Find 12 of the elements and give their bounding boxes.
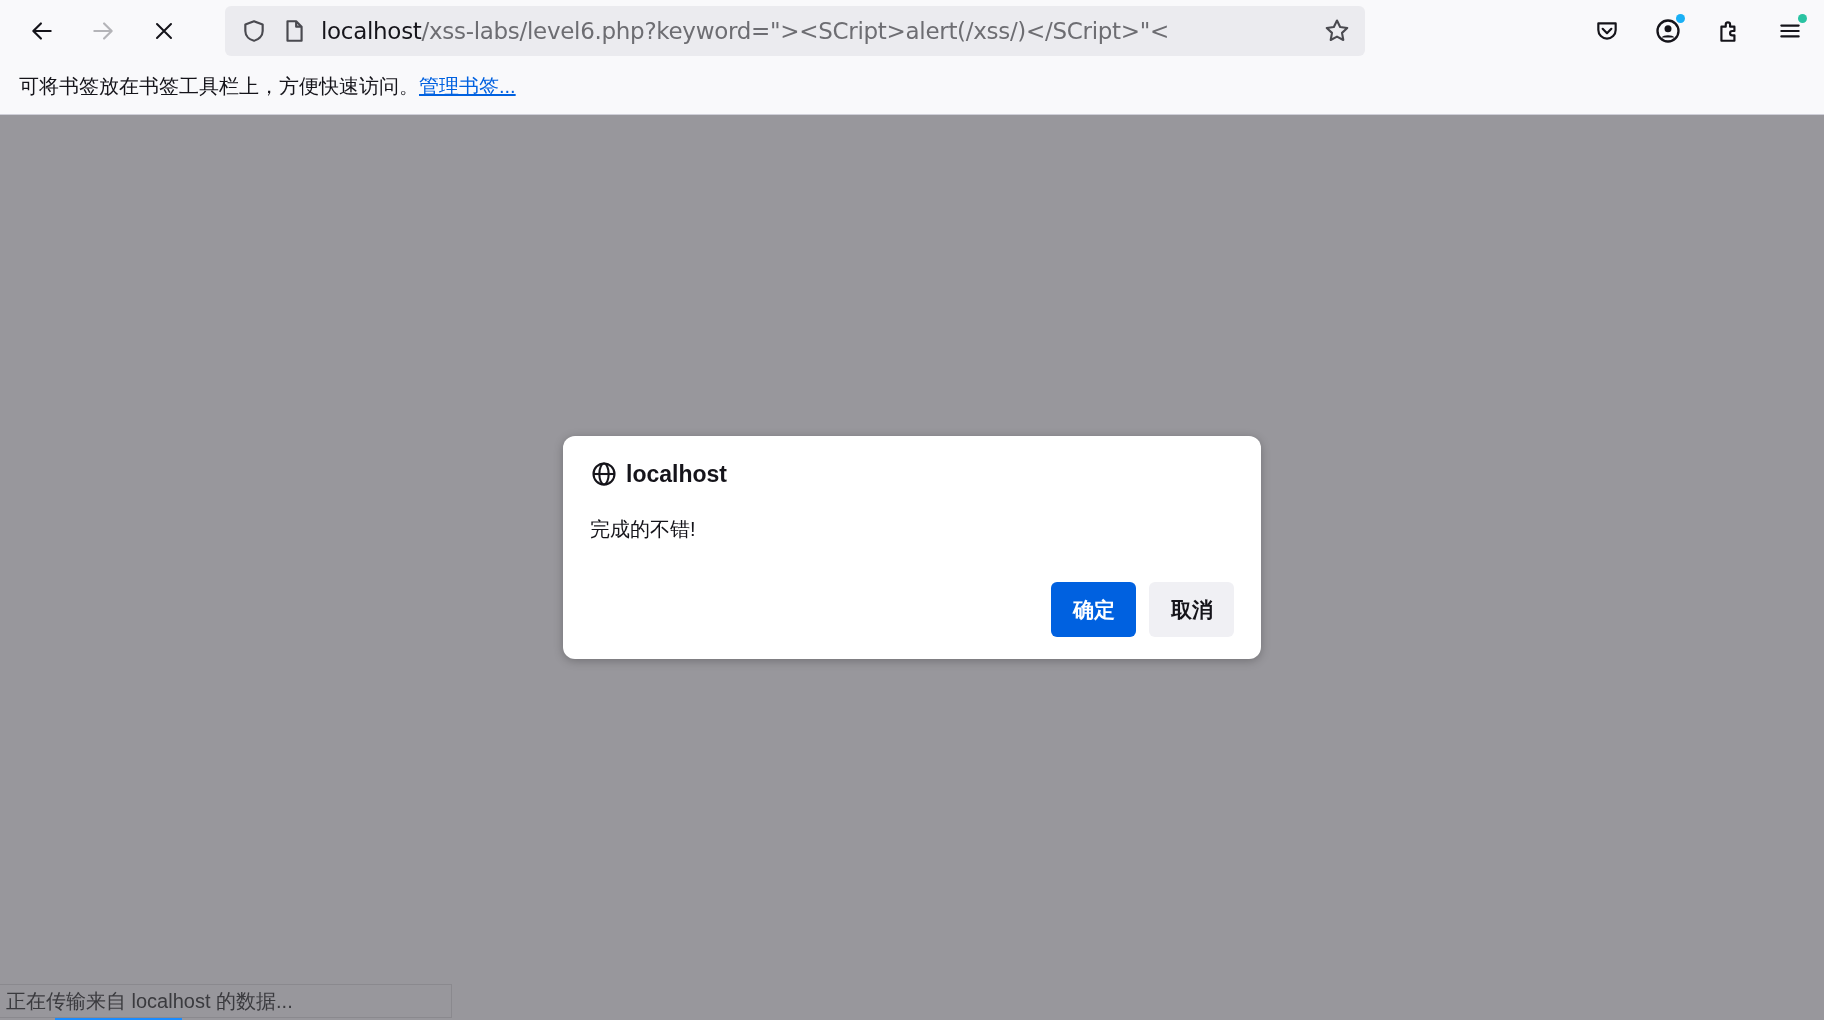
- status-text: 正在传输来自 localhost 的数据...: [0, 984, 452, 1018]
- shield-icon: [241, 18, 267, 44]
- account-icon: [1654, 17, 1682, 45]
- globe-icon: [590, 460, 618, 488]
- url-text: localhost/xss-labs/level6.php?keyword="><SCript>alert(/xss/)</SCript>"<: [321, 18, 1170, 44]
- dialog-message: 完成的不错!: [590, 517, 697, 542]
- cancel-button[interactable]: 取消: [1149, 582, 1234, 637]
- bookmarks-hint-text: 可将书签放在书签工具栏上，方便快速访问。: [19, 73, 419, 99]
- manage-bookmarks-link[interactable]: 管理书签...: [419, 72, 516, 100]
- address-bar[interactable]: localhost/xss-labs/level6.php?keyword="><SCript>alert(/xss/)</SCript>"<: [225, 6, 1365, 56]
- ok-button[interactable]: 确定: [1051, 582, 1136, 637]
- dialog-origin: localhost: [626, 460, 727, 488]
